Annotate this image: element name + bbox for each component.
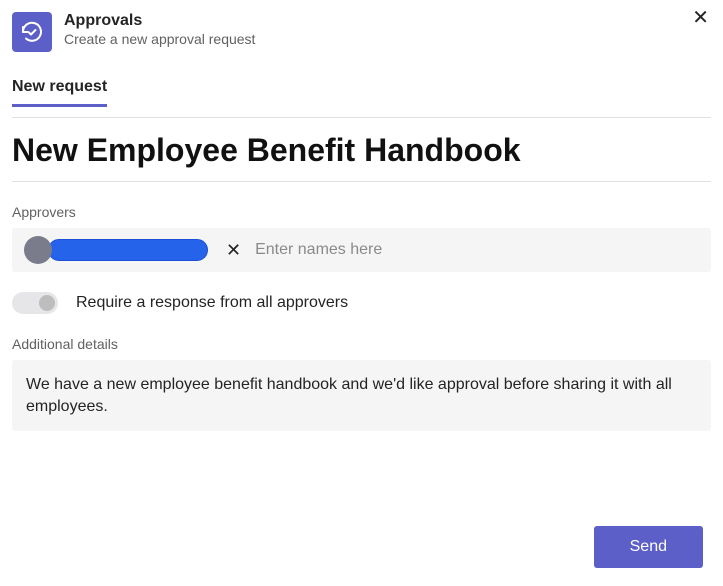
approvers-input[interactable] <box>249 237 699 263</box>
header-text: Approvals Create a new approval request <box>64 12 255 47</box>
dialog-header: Approvals Create a new approval request … <box>12 12 711 64</box>
require-all-toggle[interactable] <box>12 292 58 314</box>
additional-details-textarea[interactable]: We have a new employee benefit handbook … <box>12 360 711 431</box>
divider <box>12 181 711 182</box>
app-subtitle: Create a new approval request <box>64 31 255 47</box>
tabs: New request <box>12 70 711 107</box>
app-title: Approvals <box>64 12 255 30</box>
page-title: New Employee Benefit Handbook <box>12 132 711 169</box>
remove-approver-button[interactable]: ✕ <box>226 240 241 261</box>
require-all-row: Require a response from all approvers <box>12 292 711 314</box>
footer: Send <box>594 526 703 568</box>
refresh-check-icon <box>20 20 44 44</box>
approver-chip: ✕ <box>24 236 241 264</box>
additional-details-label: Additional details <box>12 336 711 352</box>
approver-name-redacted <box>48 239 208 261</box>
tab-new-request[interactable]: New request <box>12 70 107 107</box>
require-all-label: Require a response from all approvers <box>76 294 348 312</box>
send-button[interactable]: Send <box>594 526 703 568</box>
divider <box>12 117 711 118</box>
toggle-knob <box>39 295 55 311</box>
close-button[interactable]: ✕ <box>692 8 709 28</box>
approvers-field[interactable]: ✕ <box>12 228 711 272</box>
avatar <box>24 236 52 264</box>
approvers-label: Approvers <box>12 204 711 220</box>
approvals-app-icon <box>12 12 52 52</box>
